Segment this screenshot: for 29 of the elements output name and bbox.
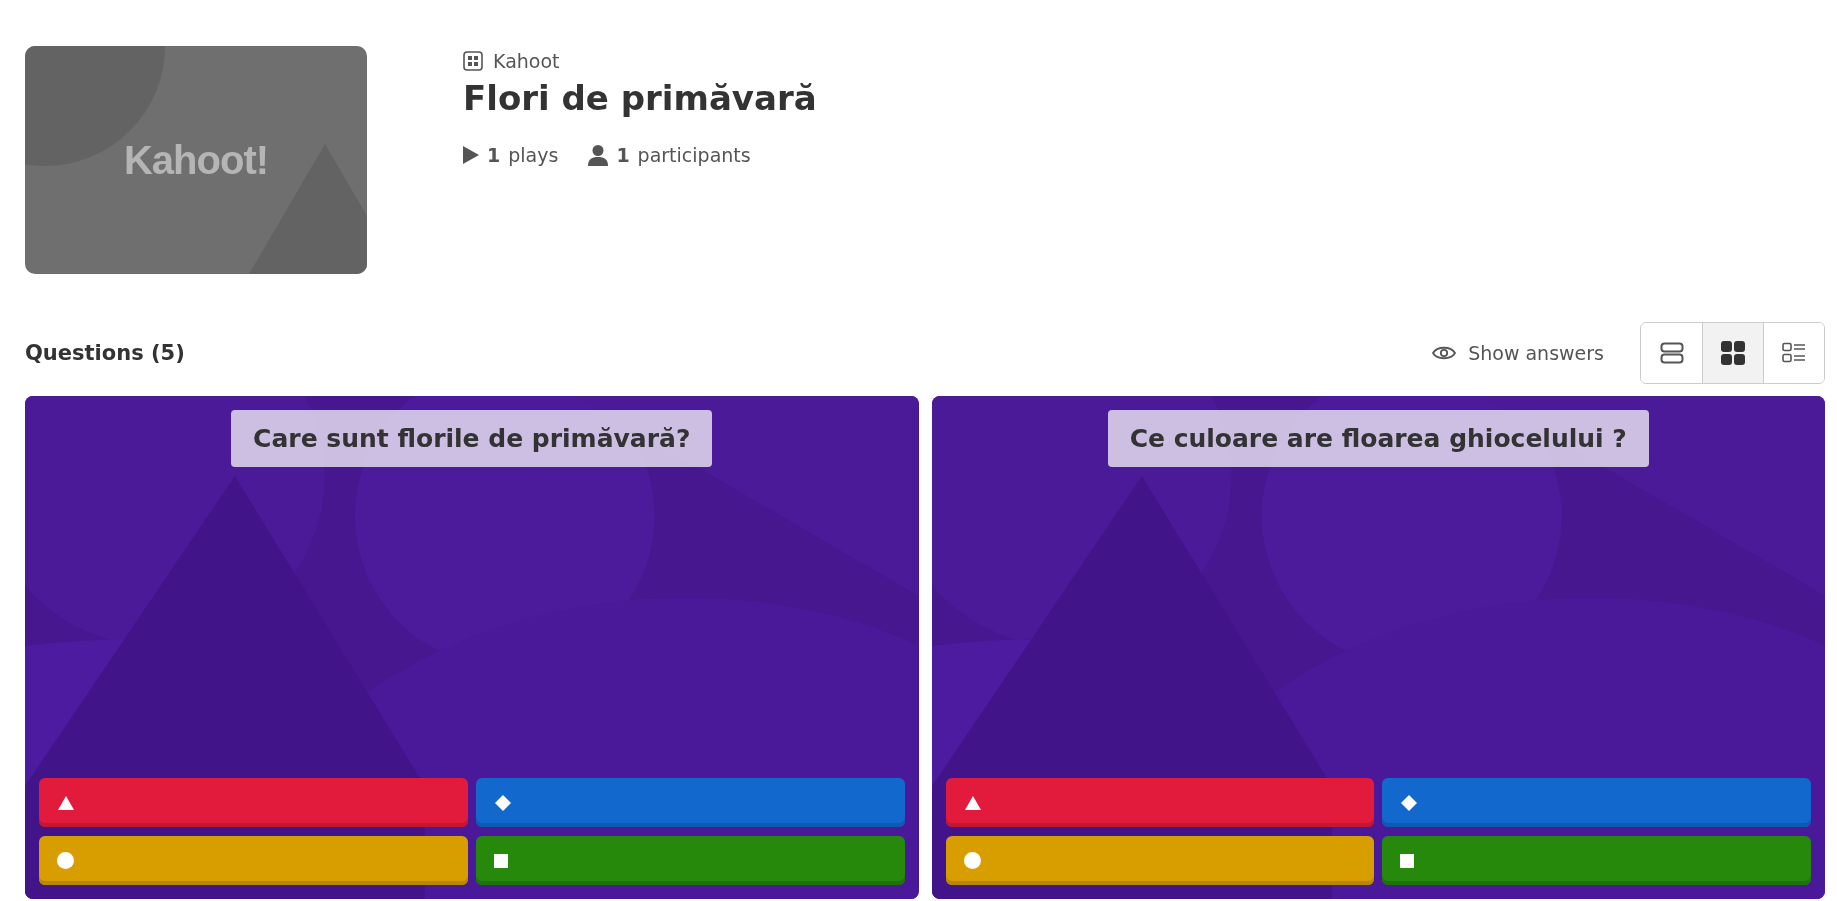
grid-icon (1721, 341, 1745, 365)
circle-icon (57, 852, 74, 869)
rows-icon (1659, 342, 1684, 364)
question-text: Care sunt florile de primăvară? (231, 410, 713, 467)
kahoot-type-label: Kahoot (493, 50, 560, 72)
question-card[interactable]: Care sunt florile de primăvară? (25, 396, 919, 899)
plays-count: 1 (487, 144, 501, 166)
list-icon (1782, 342, 1806, 364)
person-icon (588, 144, 609, 166)
play-icon (463, 146, 479, 164)
show-answers-button[interactable]: Show answers (1432, 342, 1604, 364)
triangle-icon (963, 794, 982, 811)
kahoot-logo: Kahoot! (123, 137, 269, 183)
participants-count: 1 (616, 144, 630, 166)
triangle-icon (57, 794, 75, 811)
square-icon (1400, 853, 1415, 868)
participants-label: participants (637, 144, 751, 166)
diamond-icon (493, 793, 512, 812)
diamond-icon (1400, 793, 1419, 812)
circle-icon (963, 852, 981, 869)
square-icon (493, 853, 508, 868)
question-text: Ce culoare are floarea ghiocelului ? (1107, 410, 1649, 467)
kahoot-title: Flori de primăvară (463, 78, 817, 118)
grid-icon (463, 51, 483, 71)
questions-heading: Questions (5) (25, 341, 186, 365)
plays-label: plays (508, 144, 559, 166)
eye-icon (1432, 345, 1457, 361)
view-mode-button[interactable] (1702, 323, 1763, 383)
question-card[interactable]: Ce culoare are floarea ghiocelului ? (931, 396, 1825, 899)
